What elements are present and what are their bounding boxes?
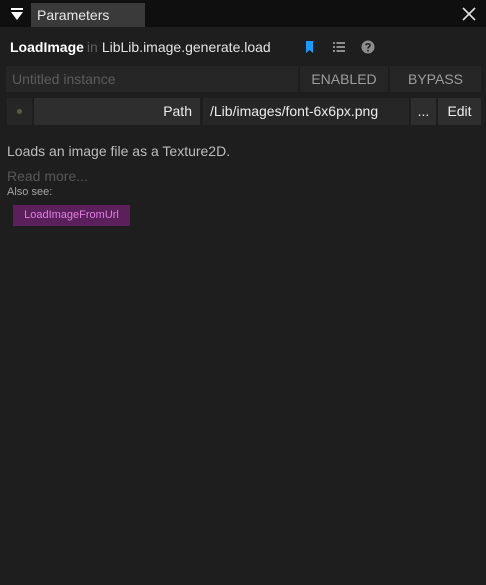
tab-parameters[interactable]: Parameters xyxy=(31,3,145,27)
bookmark-icon[interactable] xyxy=(303,40,317,54)
in-label: in xyxy=(86,39,98,55)
parameter-connection-handle[interactable] xyxy=(7,98,32,125)
browse-file-button[interactable]: ... xyxy=(411,98,436,125)
read-more-link[interactable]: Read more... xyxy=(7,167,88,185)
window-titlebar: Parameters xyxy=(0,0,486,27)
close-icon[interactable] xyxy=(461,6,477,22)
instance-name-input[interactable]: Untitled instance xyxy=(6,66,298,92)
also-see-label: Also see: xyxy=(7,186,53,198)
path-value-field[interactable]: /Lib/images/font-6x6px.png xyxy=(203,98,409,125)
triangle-down-icon[interactable] xyxy=(9,6,25,22)
operator-header: LoadImage in LibLib.image.generate.load xyxy=(10,37,271,57)
operator-namespace[interactable]: LibLib.image.generate.load xyxy=(102,39,271,55)
bypass-toggle[interactable]: BYPASS xyxy=(390,66,481,92)
related-operator-button[interactable]: LoadImageFromUrl xyxy=(13,205,130,226)
help-icon[interactable] xyxy=(361,40,375,54)
operator-description: Loads an image file as a Texture2D. xyxy=(7,143,231,159)
edit-path-button[interactable]: Edit xyxy=(438,98,481,125)
connection-dot-icon xyxy=(17,109,22,114)
enabled-toggle[interactable]: ENABLED xyxy=(300,66,388,92)
parameter-label-path[interactable]: Path xyxy=(34,98,200,125)
operator-name[interactable]: LoadImage xyxy=(10,39,84,55)
list-icon[interactable] xyxy=(332,40,346,54)
